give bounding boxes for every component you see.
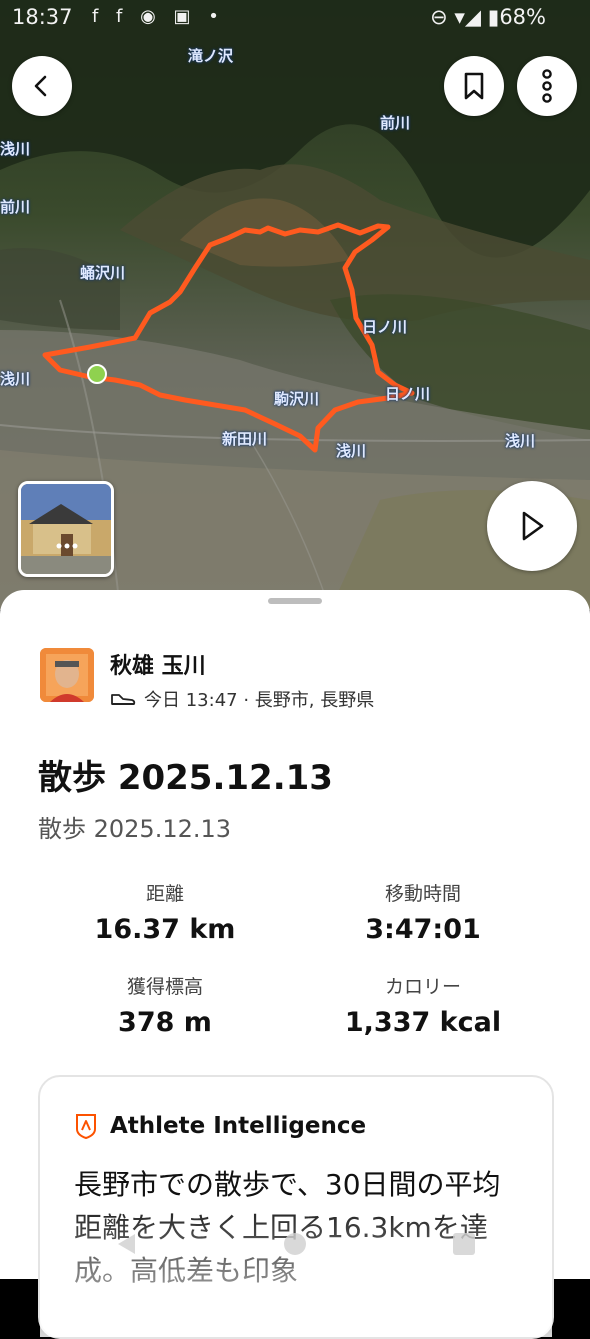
activity-sheet: 秋雄 玉川 今日 13:47 · 長野市, 長野県 散歩 2025.12.13 … [0,590,590,1339]
river-label: 駒沢川 [274,390,320,408]
status-time: 18:37 [12,5,73,29]
route-map[interactable]: 滝ノ沢 前川 浅川 蛹沢川 浅川 日ノ川 日ノ川 駒沢川 新田川 浅川 浅川 前… [0,0,590,610]
shoe-icon [111,694,136,705]
nav-back-icon[interactable] [118,1234,135,1254]
river-label: 浅川 [505,432,536,450]
river-label: 日ノ川 [385,385,431,403]
river-label: 前川 [0,198,31,216]
nav-recents-icon[interactable] [453,1233,475,1255]
stat-value: 378 m [118,1007,212,1038]
nav-home-icon[interactable] [284,1233,306,1255]
avatar-image [40,648,94,702]
system-nav-bar [0,1208,590,1279]
play-button[interactable] [487,481,577,571]
river-label: 浅川 [0,140,31,158]
stat-calories: カロリー 1,337 kcal [293,972,553,1038]
stat-elevation-gain: 獲得標高 378 m [35,972,295,1038]
river-label: 日ノ川 [362,318,408,336]
river-label: 蛹沢川 [80,264,126,282]
river-label: 新田川 [222,430,268,448]
more-vertical-icon [542,69,552,103]
activity-subtitle: 散歩 2025.12.13 [38,815,232,843]
river-label: 滝ノ沢 [188,47,234,65]
athlete-intelligence-card[interactable]: Athlete Intelligence 長野市での散歩で、30日間の平均距離を… [38,1075,554,1339]
notification-icons: f f ◉ ▣ • [92,6,225,27]
bookmark-icon [464,72,484,100]
river-label: 前川 [380,114,411,132]
stat-label: 距離 [145,883,184,905]
stat-value: 1,337 kcal [344,1007,502,1038]
stat-label: カロリー [384,976,461,998]
start-marker [87,364,107,384]
more-button[interactable] [517,56,577,116]
activity-title: 散歩 2025.12.13 [38,758,333,798]
sheet-drag-handle[interactable] [268,598,322,604]
ai-card-header: Athlete Intelligence [74,1113,366,1139]
chevron-left-icon [34,75,47,97]
stat-distance: 距離 16.37 km [35,879,295,945]
bookmark-button[interactable] [444,56,504,116]
photo-image [21,484,111,574]
avatar[interactable] [40,648,94,702]
photo-thumbnail[interactable] [18,481,114,577]
stat-value: 3:47:01 [365,914,481,945]
athlete-intelligence-icon [76,1114,96,1139]
activity-meta-text: 今日 13:47 · 長野市, 長野県 [144,690,375,711]
stat-label: 獲得標高 [126,976,203,998]
river-label: 浅川 [0,370,31,388]
activity-meta: 今日 13:47 · 長野市, 長野県 [110,686,374,712]
athlete-name[interactable]: 秋雄 玉川 [110,648,206,680]
river-label: 浅川 [336,442,367,460]
stat-value: 16.37 km [94,914,236,945]
stat-label: 移動時間 [384,883,461,905]
status-right: ⊖ ▾◢ ▮68% [430,5,546,29]
play-icon [522,511,544,541]
ai-card-title: Athlete Intelligence [110,1113,367,1139]
back-button[interactable] [12,56,72,116]
status-bar: 18:37 f f ◉ ▣ • ⊖ ▾◢ ▮68% [0,0,590,36]
stat-moving-time: 移動時間 3:47:01 [293,879,553,945]
